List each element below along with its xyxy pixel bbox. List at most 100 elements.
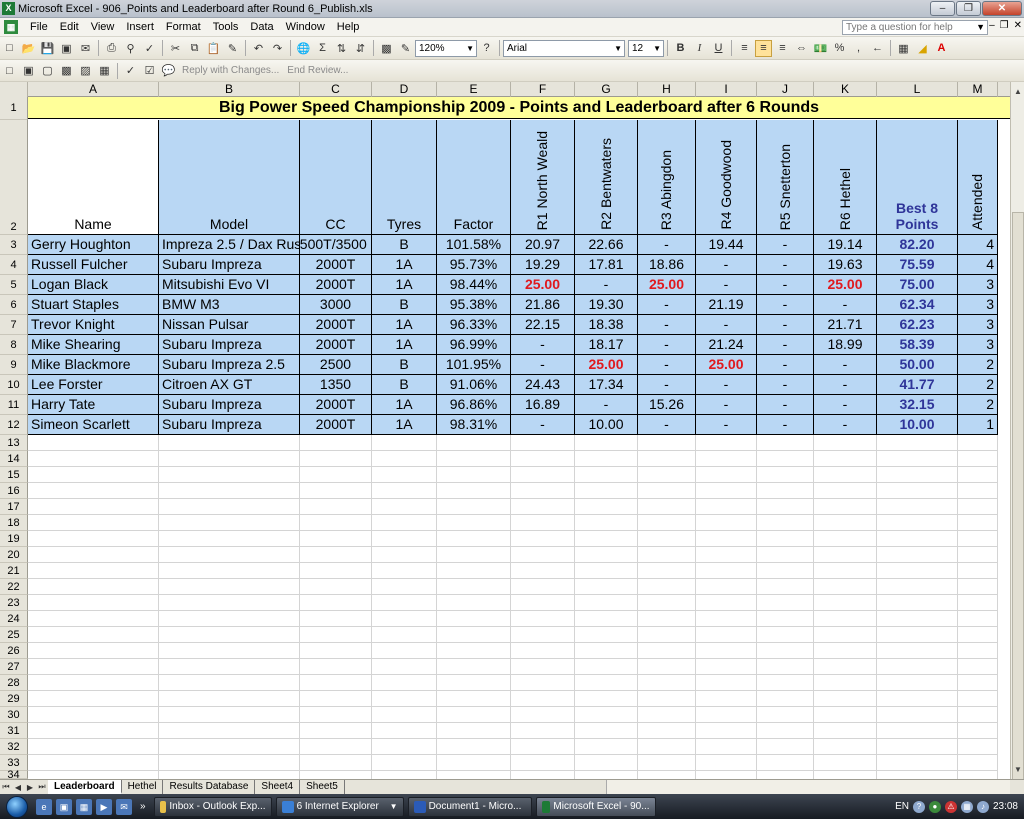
cell-best[interactable]: 82.20 <box>877 235 958 255</box>
cell-r2[interactable]: 10.00 <box>575 415 638 435</box>
empty-cell[interactable] <box>638 675 696 691</box>
empty-cell[interactable] <box>159 451 300 467</box>
header-cell-r5[interactable]: R5 Snetterton <box>757 120 814 235</box>
reply-with-changes-button[interactable]: Reply with Changes... <box>182 65 279 76</box>
empty-cell[interactable] <box>28 483 159 499</box>
language-indicator[interactable]: EN <box>895 801 909 812</box>
empty-cell[interactable] <box>511 739 575 755</box>
empty-cell[interactable] <box>159 515 300 531</box>
cell-best[interactable]: 62.23 <box>877 315 958 335</box>
cell-r6[interactable]: 18.99 <box>814 335 877 355</box>
empty-cell[interactable] <box>696 483 757 499</box>
cell-r4[interactable]: - <box>696 275 757 295</box>
empty-cell[interactable] <box>437 627 511 643</box>
empty-cell[interactable] <box>300 483 372 499</box>
empty-cell[interactable] <box>877 515 958 531</box>
row-header[interactable]: 17 <box>0 499 28 515</box>
empty-cell[interactable] <box>372 547 437 563</box>
cell-att[interactable]: 2 <box>958 395 998 415</box>
cell-cc[interactable]: 2500 <box>300 355 372 375</box>
chevron-down-icon[interactable]: ▼ <box>976 21 985 34</box>
empty-cell[interactable] <box>958 467 998 483</box>
merge-center-icon[interactable]: ⇔ <box>793 40 810 57</box>
empty-cell[interactable] <box>437 579 511 595</box>
cut-icon[interactable]: ✂ <box>167 40 184 57</box>
empty-cell[interactable] <box>814 435 877 451</box>
cell-r3[interactable]: - <box>638 375 696 395</box>
empty-cell[interactable] <box>696 755 757 771</box>
empty-cell[interactable] <box>437 451 511 467</box>
empty-cell[interactable] <box>814 467 877 483</box>
cell-att[interactable]: 4 <box>958 255 998 275</box>
empty-cell[interactable] <box>638 515 696 531</box>
empty-cell[interactable] <box>814 563 877 579</box>
empty-cell[interactable] <box>814 675 877 691</box>
taskbar-excel[interactable]: Microsoft Excel - 90... <box>535 796 656 817</box>
row-header[interactable]: 9 <box>0 355 28 375</box>
empty-cell[interactable] <box>575 643 638 659</box>
empty-cell[interactable] <box>437 739 511 755</box>
row-header[interactable]: 23 <box>0 595 28 611</box>
col-header-a[interactable]: A <box>28 82 159 97</box>
empty-cell[interactable] <box>814 739 877 755</box>
empty-cell[interactable] <box>159 739 300 755</box>
empty-cell[interactable] <box>437 563 511 579</box>
empty-cell[interactable] <box>159 483 300 499</box>
close-button[interactable]: ✕ <box>982 1 1022 16</box>
tab-results-database[interactable]: Results Database <box>163 780 256 794</box>
empty-cell[interactable] <box>159 547 300 563</box>
cell-cc[interactable]: 2000T <box>300 275 372 295</box>
empty-cell[interactable] <box>28 515 159 531</box>
empty-cell[interactable] <box>958 515 998 531</box>
row-header[interactable]: 6 <box>0 295 28 315</box>
empty-cell[interactable] <box>638 739 696 755</box>
drawing-icon[interactable]: ✎ <box>397 40 414 57</box>
cell-att[interactable]: 1 <box>958 415 998 435</box>
empty-cell[interactable] <box>696 627 757 643</box>
cell-model[interactable]: Subaru Impreza <box>159 335 300 355</box>
empty-cell[interactable] <box>638 563 696 579</box>
cell-factor[interactable]: 91.06% <box>437 375 511 395</box>
cell-att[interactable]: 2 <box>958 355 998 375</box>
empty-cell[interactable] <box>575 755 638 771</box>
empty-cell[interactable] <box>877 691 958 707</box>
header-cell-factor[interactable]: Factor <box>437 120 511 235</box>
empty-cell[interactable] <box>300 643 372 659</box>
underline-button[interactable]: U <box>710 40 727 57</box>
tray-app-icon[interactable]: ● <box>928 800 941 813</box>
empty-cell[interactable] <box>28 611 159 627</box>
align-right-icon[interactable]: ≡ <box>774 40 791 57</box>
empty-cell[interactable] <box>575 739 638 755</box>
row-header[interactable]: 34 <box>0 770 28 781</box>
empty-cell[interactable] <box>511 499 575 515</box>
empty-cell[interactable] <box>28 499 159 515</box>
empty-cell[interactable] <box>958 771 998 779</box>
cell-factor[interactable]: 95.38% <box>437 295 511 315</box>
show-desktop-icon[interactable]: ▣ <box>56 798 72 815</box>
increase-decimal-icon[interactable]: ← <box>869 40 886 57</box>
empty-cell[interactable] <box>575 515 638 531</box>
row-header[interactable]: 21 <box>0 563 28 579</box>
empty-cell[interactable] <box>814 707 877 723</box>
row-header[interactable]: 3 <box>0 235 28 255</box>
cell-factor[interactable]: 96.86% <box>437 395 511 415</box>
cell-r5[interactable]: - <box>757 355 814 375</box>
empty-cell[interactable] <box>372 691 437 707</box>
cell-r1[interactable]: 21.86 <box>511 295 575 315</box>
next-sheet-icon[interactable]: ▶ <box>24 783 36 792</box>
empty-cell[interactable] <box>638 611 696 627</box>
empty-cell[interactable] <box>300 579 372 595</box>
align-left-icon[interactable]: ≡ <box>736 40 753 57</box>
empty-cell[interactable] <box>372 515 437 531</box>
empty-cell[interactable] <box>575 579 638 595</box>
copy-icon[interactable]: ⧉ <box>186 40 203 57</box>
header-cell-r2[interactable]: R2 Bentwaters <box>575 120 638 235</box>
empty-cell[interactable] <box>511 611 575 627</box>
empty-cell[interactable] <box>814 595 877 611</box>
menu-file[interactable]: File <box>24 21 54 33</box>
cell-tyres[interactable]: 1A <box>372 275 437 295</box>
empty-cell[interactable] <box>300 659 372 675</box>
empty-cell[interactable] <box>877 627 958 643</box>
empty-cell[interactable] <box>696 531 757 547</box>
cell-r1[interactable]: - <box>511 415 575 435</box>
